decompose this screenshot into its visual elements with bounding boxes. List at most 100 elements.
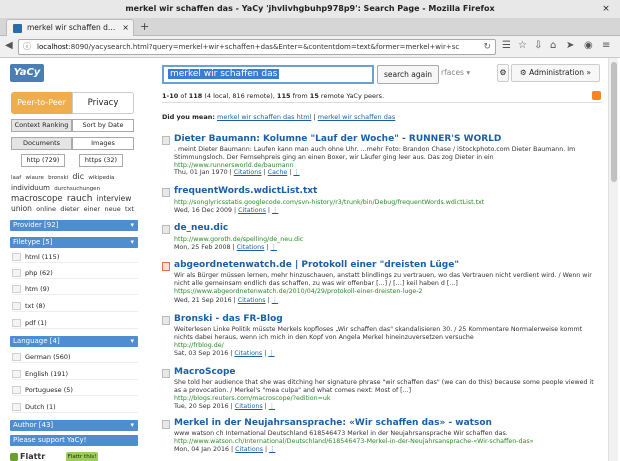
scrollbar[interactable] — [608, 58, 618, 461]
provider-facet-header[interactable]: Provider [92] ▾ — [10, 220, 138, 231]
filetype-item[interactable]: txt (8) — [12, 300, 138, 312]
more-icon[interactable]: ⋮ — [269, 403, 275, 410]
result-url[interactable]: http://www.runnersworld.de/baumann — [174, 162, 294, 169]
result-url[interactable]: http://www.watson.ch/International/Deuts… — [174, 438, 533, 445]
close-tab-icon[interactable]: × — [122, 23, 129, 32]
close-window-icon[interactable]: × — [600, 3, 612, 15]
gear-icon[interactable]: ⚙ — [497, 64, 509, 82]
checkbox[interactable] — [12, 269, 21, 277]
downloads-icon[interactable]: ⇩ — [534, 40, 542, 51]
yacy-logo[interactable]: YaCy — [10, 64, 44, 82]
checkbox[interactable] — [12, 319, 21, 327]
filetype-facet-header[interactable]: Filetype [5] ▾ — [10, 237, 138, 248]
tag[interactable]: rauch — [67, 194, 93, 204]
browser-tab[interactable]: merkel wir schaffen d… × — [6, 19, 134, 36]
tag[interactable]: dieter — [60, 205, 79, 213]
search-again-button[interactable]: search again — [377, 65, 439, 84]
url-bar[interactable]: ⓘ localhost:8090/yacysearch.html?query=me… — [18, 39, 496, 55]
tag[interactable]: einer — [84, 205, 101, 213]
tag[interactable]: wikipedia — [88, 175, 114, 181]
suggestion-link[interactable]: merkel wir schaffen das — [318, 113, 396, 121]
privacy-toggle[interactable]: Privacy — [72, 92, 134, 114]
home-icon[interactable]: ⌂ — [550, 40, 556, 51]
documents-button[interactable]: Documents — [11, 137, 72, 150]
author-facet-header[interactable]: Author [43] ▾ — [10, 420, 138, 431]
result-url[interactable]: http://frblog.de/ — [174, 342, 224, 349]
tag[interactable]: durchsuchungen — [54, 186, 100, 192]
filetype-item[interactable]: pdf (1) — [12, 317, 138, 329]
reload-icon[interactable]: ↻ — [483, 40, 491, 54]
checkbox[interactable] — [12, 353, 21, 361]
sort-by-date-button[interactable]: Sort by Date — [72, 119, 134, 132]
new-tab-icon[interactable]: + — [140, 20, 149, 33]
images-button[interactable]: Images — [72, 137, 134, 150]
administration-button[interactable]: ⚙ Administration » — [511, 64, 600, 82]
scrollbar-thumb[interactable] — [611, 62, 617, 182]
tag[interactable]: dic — [72, 172, 84, 181]
result-url[interactable]: http://blogs.reuters.com/macroscope/?edi… — [174, 395, 331, 402]
context-ranking-button[interactable]: Context Ranking — [11, 119, 72, 132]
tag[interactable]: union — [11, 204, 32, 213]
cache-link[interactable]: Cache — [268, 169, 288, 176]
checkbox[interactable] — [12, 370, 21, 378]
search-input[interactable]: merkel wir schaffen das — [162, 65, 374, 84]
suggestion-link[interactable]: merkel wir schaffen das html — [217, 113, 311, 121]
citations-link[interactable]: Citations — [237, 244, 265, 251]
citations-link[interactable]: Citations — [238, 297, 266, 304]
pocket-icon[interactable]: ◉ — [584, 40, 593, 51]
back-icon[interactable]: ◀ — [5, 40, 13, 51]
tag[interactable]: macroscope — [11, 194, 63, 204]
language-item[interactable]: Dutch (1) — [12, 401, 138, 413]
reading-list-icon[interactable]: ☰ — [502, 40, 511, 51]
result-url[interactable]: http://songlyricsstatis.googlecode.com/s… — [174, 199, 484, 206]
result-title[interactable]: Bronski - das FR-Blog — [174, 314, 283, 324]
site-info-icon[interactable]: ⓘ — [23, 40, 31, 54]
tag[interactable]: interview — [97, 194, 132, 203]
http-filter-button[interactable]: http (729) — [21, 154, 65, 167]
checkbox[interactable] — [12, 285, 21, 293]
flattr-widget[interactable]: Flattr Flattr this! — [10, 452, 138, 461]
result-title[interactable]: abgeordnetenwatch.de | Protokoll einer "… — [174, 260, 459, 270]
more-icon[interactable]: ⋮ — [271, 244, 277, 251]
menu-icon[interactable]: ≡ — [602, 40, 610, 51]
result-title[interactable]: de_neu.dic — [174, 223, 228, 233]
citations-link[interactable]: Citations — [235, 403, 263, 410]
rss-icon[interactable] — [592, 91, 601, 100]
https-filter-button[interactable]: https (32) — [79, 154, 123, 167]
citations-link[interactable]: Citations — [234, 350, 262, 357]
result-title[interactable]: frequentWords.wdictList.txt — [174, 186, 317, 196]
language-facet-header[interactable]: Language [4] ▾ — [10, 336, 138, 347]
tag[interactable]: neue — [104, 205, 120, 213]
more-icon[interactable]: ⋮ — [293, 169, 299, 176]
language-item[interactable]: English (191) — [12, 368, 138, 380]
result-title[interactable]: Merkel in der Neujahrsansprache: «Wir sc… — [174, 418, 492, 428]
language-item[interactable]: Portuguese (5) — [12, 384, 138, 396]
language-item[interactable]: German (560) — [12, 351, 138, 363]
checkbox[interactable] — [12, 302, 21, 310]
checkbox[interactable] — [12, 403, 21, 411]
checkbox[interactable] — [12, 253, 21, 261]
tag[interactable]: online — [36, 205, 56, 213]
filetype-item[interactable]: html (115) — [12, 251, 138, 263]
more-icon[interactable]: ⋮ — [272, 207, 278, 214]
citations-link[interactable]: Citations — [234, 169, 262, 176]
tag[interactable]: laaf — [11, 175, 21, 181]
result-title[interactable]: MacroScope — [174, 367, 236, 377]
result-url[interactable]: http://www.goroth.de/spelling/de_neu.dic — [174, 236, 303, 243]
tag[interactable]: bronski — [48, 175, 68, 181]
result-title[interactable]: Dieter Baumann: Kolumne "Lauf der Woche"… — [174, 134, 501, 144]
more-icon[interactable]: ⋮ — [268, 350, 274, 357]
citations-link[interactable]: Citations — [235, 446, 263, 453]
share-icon[interactable]: ➤ — [566, 40, 574, 51]
peer-to-peer-toggle[interactable]: Peer-to-Peer — [11, 92, 72, 114]
citations-link[interactable]: Citations — [238, 207, 266, 214]
tag[interactable]: individuum — [11, 184, 50, 192]
filetype-item[interactable]: htm (9) — [12, 283, 138, 295]
flattr-button[interactable]: Flattr this! — [66, 452, 98, 461]
interfaces-menu[interactable]: rfaces ▾ — [441, 68, 470, 77]
checkbox[interactable] — [12, 386, 21, 394]
bookmark-star-icon[interactable]: ☆ — [518, 40, 527, 51]
tag[interactable]: txt — [125, 205, 134, 213]
more-icon[interactable]: ⋮ — [269, 446, 275, 453]
result-url[interactable]: https://www.abgeordnetenwatch.de/2010/04… — [174, 288, 423, 295]
